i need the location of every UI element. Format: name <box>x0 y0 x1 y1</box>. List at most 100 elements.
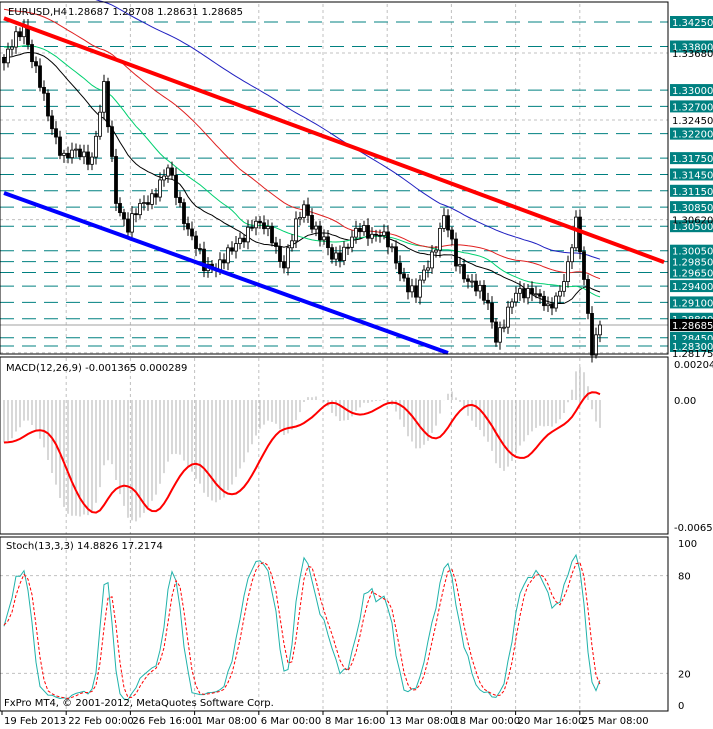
red-trendline <box>3 16 665 265</box>
candle-body <box>98 111 102 137</box>
candle-body <box>190 228 194 237</box>
ohlc-header: 1.28687 1.28708 1.28631 1.28685 <box>68 7 243 18</box>
candle-body <box>170 167 174 176</box>
candle-body <box>2 56 6 64</box>
chart-svg[interactable]: 19 Feb 2013 22 Feb 00:0026 Feb 16:001 Mar… <box>0 0 713 729</box>
candle-body <box>230 247 234 252</box>
candle-body <box>82 151 86 158</box>
candle-body <box>282 261 286 269</box>
candle-body <box>34 61 38 67</box>
level-label: 1.29650 <box>672 268 713 279</box>
x-tick-label: 26 Feb 16:00 <box>132 716 198 727</box>
candle-body <box>274 242 278 247</box>
candle-body <box>442 215 446 229</box>
macd-title: MACD(12,26,9) -0.001365 0.000289 <box>6 363 187 374</box>
candle-body <box>434 249 438 253</box>
candle-body <box>62 152 66 156</box>
candle-body <box>218 259 222 271</box>
candle-body <box>114 156 118 204</box>
stoch-signal-line <box>3 561 601 699</box>
candle-body <box>382 231 386 236</box>
candle-body <box>294 218 298 242</box>
candle-body <box>466 278 470 282</box>
candle-body <box>386 231 390 248</box>
price-tick-label: 1.33680 <box>672 49 713 60</box>
macd-tick-label: 0.002042 <box>674 360 713 371</box>
x-tick-label: 18 Mar 00:00 <box>453 716 520 727</box>
level-label: 1.32700 <box>672 102 713 113</box>
candle-body <box>390 246 394 249</box>
candle-body <box>318 225 322 241</box>
candle-body <box>146 202 150 205</box>
candle-body <box>286 247 290 269</box>
candle-body <box>578 216 582 253</box>
candle-body <box>542 295 546 307</box>
x-tick-label: 8 Mar 16:00 <box>325 716 385 727</box>
candle-body <box>438 228 442 251</box>
candle-body <box>570 247 574 263</box>
candle-body <box>494 321 498 343</box>
candle-body <box>70 149 74 159</box>
candle-body <box>334 252 338 260</box>
candle-body <box>266 226 270 230</box>
symbol-header: EURUSD,H4 <box>8 7 67 18</box>
candle-body <box>94 135 98 158</box>
candle-body <box>270 226 274 244</box>
current-price-label: 1.28685 <box>672 321 713 332</box>
level-label: 1.30850 <box>672 203 713 214</box>
candle-body <box>30 44 34 63</box>
candle-body <box>486 299 490 304</box>
candle-body <box>138 203 142 216</box>
candle-body <box>446 215 450 231</box>
candle-body <box>102 81 106 113</box>
candle-body <box>514 292 518 303</box>
candle-body <box>482 284 486 301</box>
candle-body <box>366 225 370 239</box>
stoch-tick-label: 20 <box>678 669 691 680</box>
candle-body <box>502 326 506 329</box>
candle-body <box>162 175 166 181</box>
candle-body <box>406 277 410 293</box>
candle-body <box>534 293 538 296</box>
candle-body <box>10 46 14 50</box>
candle-body <box>154 193 158 198</box>
candle-body <box>506 306 510 328</box>
candle-body <box>422 269 426 281</box>
candle-body <box>526 288 530 299</box>
candle-body <box>54 128 58 138</box>
candle-body <box>498 327 502 343</box>
candle-body <box>6 48 10 64</box>
level-label: 1.31750 <box>672 154 713 165</box>
level-label: 1.33000 <box>672 86 713 97</box>
candle-body <box>226 247 230 264</box>
candle-body <box>198 248 202 250</box>
candle-body <box>314 225 318 230</box>
stoch-main-line <box>3 553 601 701</box>
candle-body <box>562 281 566 292</box>
candle-body <box>14 31 18 48</box>
candle-body <box>550 303 554 309</box>
candle-body <box>126 218 130 233</box>
stoch-panel <box>0 553 668 701</box>
candle-body <box>322 236 326 241</box>
candle-body <box>362 225 366 233</box>
candle-body <box>342 246 346 261</box>
candle-body <box>118 203 122 214</box>
candle-body <box>410 285 414 293</box>
candle-body <box>378 234 382 237</box>
candle-body <box>18 31 22 38</box>
chart-window[interactable]: 19 Feb 2013 22 Feb 00:00 26 Feb 16:00 1 Mar… <box>0 0 713 729</box>
price-tick-label: 1.32450 <box>672 116 713 127</box>
price-panel <box>0 0 668 363</box>
candle-body <box>142 202 146 204</box>
candle-body <box>58 136 62 156</box>
candle-body <box>586 279 590 314</box>
macd-tick-label: -0.00654 <box>674 523 713 534</box>
candle-body <box>46 92 50 117</box>
candle-body <box>354 227 358 238</box>
copyright: FxPro MT4, © 2001-2012, MetaQuotes Softw… <box>4 698 274 709</box>
candle-body <box>246 226 250 243</box>
candle-body <box>290 240 294 249</box>
candle-body <box>330 247 334 260</box>
candle-body <box>250 226 254 229</box>
